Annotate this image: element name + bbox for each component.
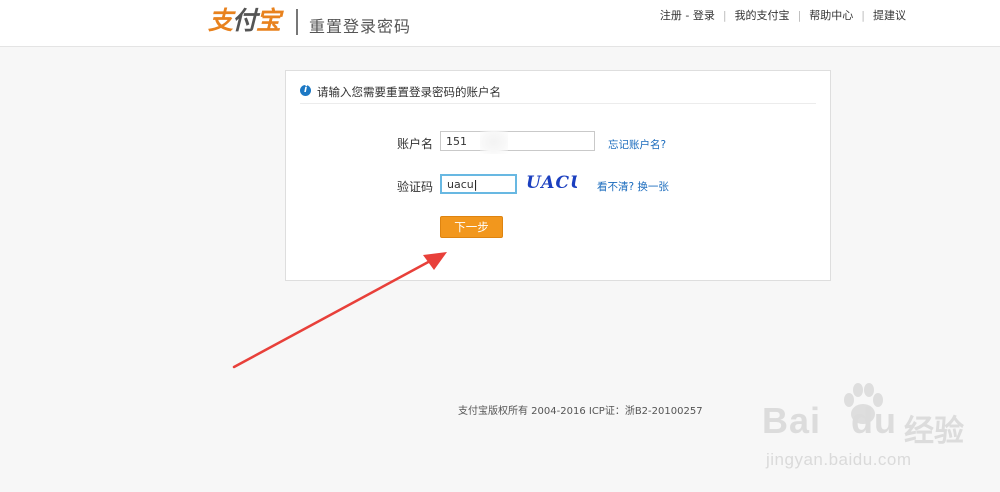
watermark-url: jingyan.baidu.com xyxy=(766,450,912,469)
watermark-brand: Bai du xyxy=(762,400,898,441)
footer-copyright: 支付宝版权所有 2004-2016 ICP证：浙B2-20100257 xyxy=(458,406,703,417)
arrow-head xyxy=(423,252,447,270)
watermark-brand-suffix: 经验 xyxy=(904,414,964,449)
baidu-jingyan-watermark: Bai du 经验 jingyan.baidu.com xyxy=(762,382,992,482)
arrow-shaft xyxy=(232,258,434,369)
